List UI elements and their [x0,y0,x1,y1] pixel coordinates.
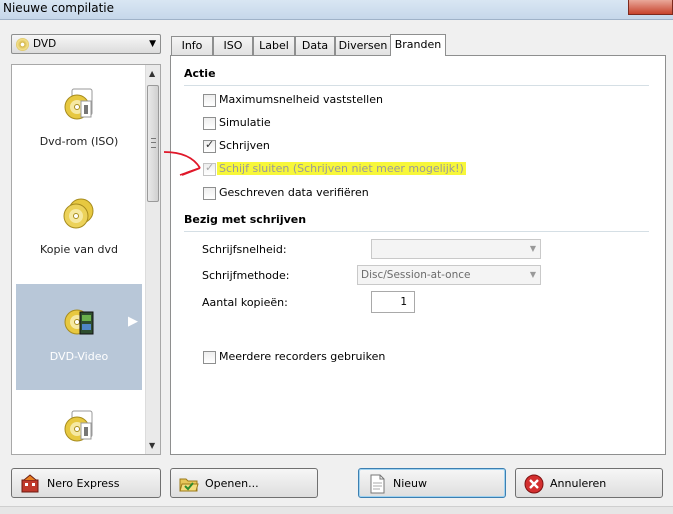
button-label: Annuleren [550,477,607,490]
aantal-kopieen-label: Aantal kopieën: [202,296,288,309]
dvd-rom-icon [64,410,93,442]
schrijfmethode-label: Schrijfmethode: [202,269,290,282]
nero-express-button[interactable]: Nero Express [11,468,161,498]
chevron-down-icon: ▼ [529,270,536,279]
dvd-disc-icon [16,38,29,51]
annotation-arrow [163,151,201,176]
checkbox-label: Geschreven data verifiëren [219,186,369,199]
branden-panel: Actie Maximumsnelheid vaststellen Simula… [170,55,666,455]
divider [184,85,649,86]
disc-type-dropdown[interactable]: DVD ▼ [11,34,161,54]
chevron-down-icon: ▼ [529,244,536,253]
button-label: Nero Express [47,477,120,490]
checkbox-box[interactable] [203,117,216,130]
list-item-partial[interactable] [16,391,142,454]
window-title: Nieuwe compilatie [3,1,114,15]
actie-heading: Actie [184,67,216,80]
dvd-video-icon [64,309,94,335]
openen-button[interactable]: Openen... [170,468,318,498]
schrijfsnelheid-label: Schrijfsnelheid: [202,243,287,256]
aantal-kopieen-input[interactable]: 1 [371,291,415,313]
checkbox-label: Schrijven [219,139,270,152]
close-button[interactable] [628,0,673,15]
scroll-down-icon[interactable]: ▼ [149,441,155,450]
checkbox-label: Meerdere recorders gebruiken [219,350,386,363]
list-scrollbar[interactable]: ▲ ▼ [145,65,160,454]
divider [184,231,649,232]
tab-label[interactable]: Label [253,36,295,55]
cancel-icon [524,474,544,494]
chevron-right-icon: ▶ [128,314,138,329]
list-item-kopie-van-dvd[interactable]: Kopie van dvd [16,177,142,283]
button-label: Openen... [205,477,259,490]
checkbox-label: Simulatie [219,116,271,129]
checkbox-box[interactable] [203,94,216,107]
checkbox-label: Maximumsnelheid vaststellen [219,93,383,106]
item-label: DVD-Video [49,350,109,363]
nero-express-icon [21,474,39,493]
aantal-kopieen-value: 1 [400,296,407,308]
new-document-icon [370,474,385,494]
disc-type-value: DVD [33,38,57,50]
list-item-dvd-rom-iso[interactable]: Dvd-rom (ISO) [16,69,142,175]
schrijfsnelheid-dropdown[interactable]: ▼ [371,239,541,259]
scroll-up-icon[interactable]: ▲ [149,69,155,78]
item-label: Kopie van dvd [40,243,118,256]
checkbox-box[interactable] [203,187,216,200]
tab-iso[interactable]: ISO [213,36,253,55]
tab-branden[interactable]: Branden [390,34,446,56]
item-label: Dvd-rom (ISO) [39,135,119,148]
tab-data[interactable]: Data [295,36,335,55]
scrollbar-thumb[interactable] [147,85,159,202]
tab-diversen[interactable]: Diversen [335,36,391,55]
checkbox-label: Schijf sluiten (Schrijven niet meer moge… [217,162,466,175]
compilation-type-list[interactable]: Dvd-rom (ISO) Kopie van dvd ▶ DVD-Video [11,64,161,455]
dvd-rom-icon [64,88,93,120]
button-label: Nieuw [393,477,428,490]
schrijfmethode-dropdown[interactable]: Disc/Session-at-once ▼ [357,265,541,285]
list-item-dvd-video[interactable]: ▶ DVD-Video [16,284,142,390]
open-folder-icon [179,478,199,492]
schrijfmethode-value: Disc/Session-at-once [361,269,471,281]
nieuw-button[interactable]: Nieuw [358,468,506,498]
copy-dvd-icon [63,198,94,229]
schrijven-heading: Bezig met schrijven [184,213,307,226]
annuleren-button[interactable]: Annuleren [515,468,663,498]
title-bar: Nieuwe compilatie [0,0,673,20]
chevron-down-icon: ▼ [149,39,156,49]
checkbox-box[interactable] [203,351,216,364]
tab-info[interactable]: Info [171,36,213,55]
